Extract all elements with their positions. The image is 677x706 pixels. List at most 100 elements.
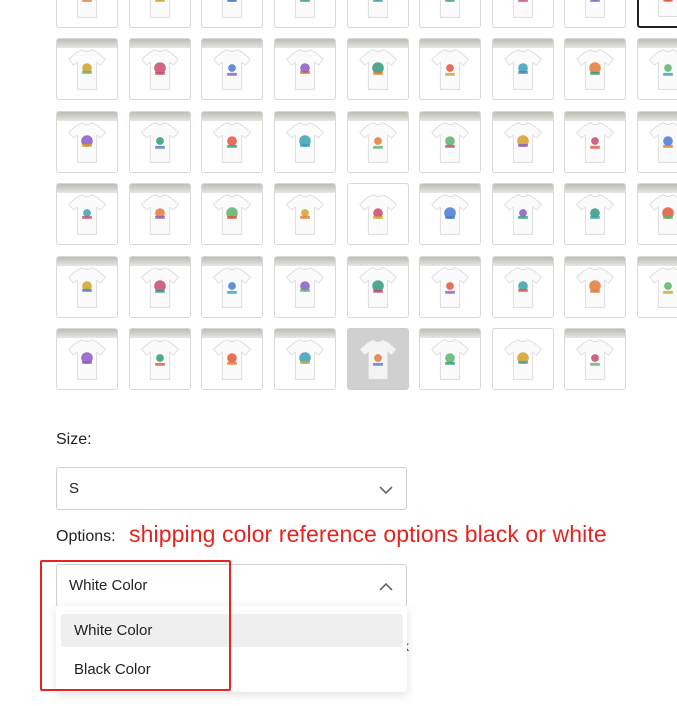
tshirt-icon: [359, 49, 397, 90]
variant-thumbnail[interactable]: [347, 183, 409, 245]
size-select-value: S: [69, 480, 80, 497]
tshirt-icon: [213, 49, 251, 90]
tshirt-icon: [584, 0, 606, 18]
tshirt-icon: [439, 0, 461, 18]
variant-thumbnail[interactable]: [419, 183, 481, 245]
variant-thumbnail[interactable]: [129, 256, 191, 318]
variant-thumbnail[interactable]: [347, 38, 409, 100]
size-label: Size:: [56, 431, 92, 448]
variant-thumbnail[interactable]: [274, 0, 336, 28]
variant-thumbnail[interactable]: [492, 256, 554, 318]
variant-thumbnail[interactable]: [419, 38, 481, 100]
variant-thumbnail[interactable]: [347, 256, 409, 318]
variant-thumbnail[interactable]: [129, 328, 191, 390]
variant-thumbnail[interactable]: [637, 111, 677, 173]
variant-thumbnail[interactable]: [201, 38, 263, 100]
variant-thumbnail[interactable]: [492, 38, 554, 100]
variant-thumbnail[interactable]: [274, 183, 336, 245]
variant-thumbnail[interactable]: [492, 183, 554, 245]
variant-thumbnail[interactable]: [419, 328, 481, 390]
tshirt-icon: [286, 267, 324, 308]
tshirt-icon: [512, 0, 534, 18]
tshirt-icon: [576, 122, 614, 163]
variant-thumbnail[interactable]: [564, 0, 626, 28]
tshirt-icon: [68, 267, 106, 308]
variant-thumbnail[interactable]: [129, 183, 191, 245]
variant-thumbnail[interactable]: [201, 328, 263, 390]
tshirt-icon: [504, 194, 542, 235]
options-label: Options:: [56, 528, 116, 545]
tshirt-icon: [367, 0, 389, 18]
variant-thumbnail[interactable]: [56, 183, 118, 245]
tshirt-icon: [649, 122, 677, 163]
tshirt-icon: [359, 194, 397, 235]
tshirt-icon: [658, 0, 677, 18]
tshirt-icon: [576, 194, 614, 235]
tshirt-icon: [431, 194, 469, 235]
tshirt-icon: [141, 339, 179, 380]
variant-thumbnail[interactable]: [637, 183, 677, 245]
tshirt-icon: [504, 49, 542, 90]
options-select-value: White Color: [69, 577, 148, 594]
tshirt-icon: [141, 49, 179, 90]
tshirt-icon: [649, 49, 677, 90]
variant-thumbnail[interactable]: [201, 256, 263, 318]
tshirt-icon: [68, 122, 106, 163]
tshirt-icon: [576, 339, 614, 380]
variant-thumbnail[interactable]: [347, 111, 409, 173]
tshirt-icon: [431, 339, 469, 380]
variant-thumbnail[interactable]: [274, 111, 336, 173]
tshirt-icon: [649, 267, 677, 308]
tshirt-icon: [504, 267, 542, 308]
option-label: White Color: [74, 622, 153, 639]
variant-thumbnail[interactable]: [564, 38, 626, 100]
variant-thumbnail[interactable]: [274, 256, 336, 318]
variant-thumbnail[interactable]: [637, 38, 677, 100]
tshirt-icon: [141, 267, 179, 308]
variant-thumbnail[interactable]: [492, 0, 554, 28]
variant-thumbnail[interactable]: [56, 256, 118, 318]
variant-thumbnail[interactable]: [201, 111, 263, 173]
variant-thumbnail[interactable]: [492, 328, 554, 390]
chevron-down-icon: [379, 486, 393, 495]
variant-thumbnail[interactable]: [56, 111, 118, 173]
variant-thumbnail[interactable]: [492, 111, 554, 173]
variant-thumbnail[interactable]: [129, 0, 191, 28]
tshirt-icon: [149, 0, 171, 18]
variant-thumbnail[interactable]: [564, 183, 626, 245]
tshirt-icon: [649, 194, 677, 235]
tshirt-icon: [286, 194, 324, 235]
variant-thumbnail[interactable]: [564, 111, 626, 173]
variant-thumbnail[interactable]: [347, 328, 409, 390]
variant-thumbnail[interactable]: [419, 111, 481, 173]
variant-thumbnail[interactable]: [564, 256, 626, 318]
variant-thumbnail[interactable]: [129, 111, 191, 173]
variant-thumbnail[interactable]: [347, 0, 409, 28]
variant-thumbnail[interactable]: [129, 38, 191, 100]
variant-thumbnail[interactable]: [201, 183, 263, 245]
options-select[interactable]: White Color: [56, 564, 407, 607]
variant-thumbnail[interactable]: [56, 0, 118, 28]
variant-thumbnail[interactable]: [637, 256, 677, 318]
size-select[interactable]: S: [56, 467, 407, 510]
option-black-color[interactable]: Black Color: [61, 653, 403, 686]
options-dropdown-menu: White Color Black Color: [56, 606, 407, 692]
chevron-up-icon: [379, 582, 393, 591]
tshirt-icon: [68, 194, 106, 235]
tshirt-icon: [431, 267, 469, 308]
tshirt-icon: [286, 49, 324, 90]
variant-thumbnail[interactable]: [274, 38, 336, 100]
variant-thumbnail[interactable]: [201, 0, 263, 28]
variant-thumbnail[interactable]: [56, 38, 118, 100]
variant-thumbnail[interactable]: [274, 328, 336, 390]
variant-thumbnail[interactable]: [564, 328, 626, 390]
tshirt-icon: [213, 194, 251, 235]
tshirt-icon: [141, 194, 179, 235]
variant-thumbnail[interactable]: [419, 256, 481, 318]
variant-thumbnail[interactable]: [419, 0, 481, 28]
variant-thumbnail[interactable]: [56, 328, 118, 390]
option-label: Black Color: [74, 661, 151, 678]
option-white-color[interactable]: White Color: [61, 614, 403, 647]
tshirt-icon: [294, 0, 316, 18]
variant-thumbnail[interactable]: [637, 0, 677, 28]
